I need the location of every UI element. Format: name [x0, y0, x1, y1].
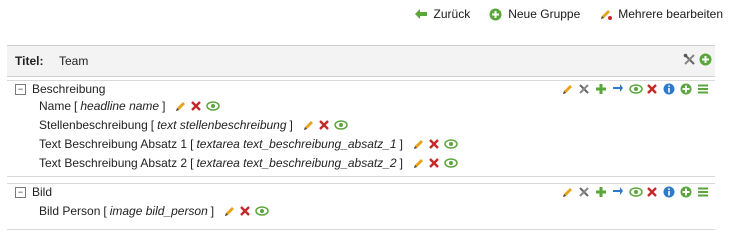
delete-icon[interactable]	[646, 186, 658, 198]
field-row: Text Beschreibung Absatz 1 [textarea tex…	[39, 137, 458, 151]
add-circle-icon[interactable]	[680, 186, 692, 198]
field-row: Stellenbeschreibung [text stellenbeschre…	[39, 118, 348, 132]
bracket-close: ]	[162, 99, 166, 113]
info-icon[interactable]	[663, 83, 675, 95]
field-type: textarea text_beschreibung_absatz_1	[196, 137, 397, 151]
edit-multiple-button[interactable]: Mehrere bearbeiten	[598, 7, 723, 21]
arrow-left-icon	[414, 7, 428, 21]
header-actions	[683, 53, 712, 66]
field-actions	[302, 119, 348, 131]
collapse-toggle[interactable]: −	[15, 83, 26, 95]
bracket-close: ]	[210, 204, 215, 218]
delete-icon[interactable]	[428, 138, 440, 150]
section-actions	[561, 186, 709, 198]
section-actions	[561, 83, 709, 95]
bracket-open: [	[150, 118, 155, 132]
plus-icon[interactable]	[595, 83, 607, 95]
field-actions	[174, 100, 221, 112]
delete-icon[interactable]	[646, 83, 658, 95]
eye-icon[interactable]	[629, 83, 643, 95]
back-label: Zurück	[433, 7, 471, 21]
add-circle-icon[interactable]	[680, 83, 692, 95]
collapse-toggle[interactable]: −	[15, 186, 26, 198]
title-label: Titel:	[15, 54, 44, 68]
field-type: textarea text_beschreibung_absatz_2	[196, 156, 397, 170]
eye-icon[interactable]	[629, 186, 643, 198]
plus-icon[interactable]	[595, 186, 607, 198]
bracket-close: ]	[399, 156, 403, 170]
pencil-icon	[598, 7, 612, 21]
tools-icon[interactable]	[578, 186, 590, 198]
move-arrow-icon[interactable]	[612, 186, 624, 198]
edit-multiple-label: Mehrere bearbeiten	[618, 7, 723, 21]
move-arrow-icon[interactable]	[612, 83, 624, 95]
top-toolbar: Zurück Neue Gruppe Mehrere bearbeiten	[414, 5, 723, 23]
eye-icon[interactable]	[444, 138, 458, 150]
new-group-label: Neue Gruppe	[508, 7, 581, 21]
field-type: headline name	[80, 99, 160, 113]
delete-icon[interactable]	[428, 157, 440, 169]
field-name: Text Beschreibung Absatz 1	[39, 137, 188, 151]
field-actions	[223, 205, 269, 217]
bracket-open: [	[74, 99, 78, 113]
bracket-close: ]	[399, 137, 403, 151]
pencil-icon[interactable]	[561, 83, 573, 95]
field-name: Name	[39, 99, 72, 113]
title-value: Team	[59, 54, 89, 68]
pencil-icon[interactable]	[174, 100, 186, 112]
section-header: − Bild	[15, 185, 52, 199]
eye-icon[interactable]	[444, 157, 458, 169]
pencil-icon[interactable]	[412, 157, 424, 169]
new-group-button[interactable]: Neue Gruppe	[488, 7, 580, 21]
pencil-icon[interactable]	[561, 186, 573, 198]
delete-icon[interactable]	[239, 205, 251, 217]
pencil-icon[interactable]	[223, 205, 235, 217]
delete-icon[interactable]	[318, 119, 330, 131]
back-button[interactable]: Zurück	[414, 7, 471, 21]
delete-icon[interactable]	[190, 100, 202, 112]
eye-icon[interactable]	[206, 100, 221, 112]
add-circle-icon[interactable]	[699, 53, 712, 66]
tools-icon[interactable]	[683, 53, 695, 65]
bracket-open: [	[190, 137, 194, 151]
field-type: text stellenbeschreibung	[157, 118, 287, 132]
field-name: Bild Person	[39, 204, 101, 218]
field-actions	[412, 157, 458, 169]
section-label: Beschreibung	[32, 82, 106, 96]
field-name: Text Beschreibung Absatz 2	[39, 156, 188, 170]
section-beschreibung: − Beschreibung Name [headline name] Stel…	[7, 80, 715, 177]
section-bild: − Bild Bild Person [image bild_person]	[7, 183, 715, 230]
list-icon[interactable]	[697, 186, 709, 198]
field-name: Stellenbeschreibung	[39, 118, 148, 132]
field-type: image bild_person	[109, 204, 208, 218]
list-icon[interactable]	[697, 83, 709, 95]
bracket-open: [	[103, 204, 107, 218]
field-row: Text Beschreibung Absatz 2 [textarea tex…	[39, 156, 458, 170]
field-row: Name [headline name]	[39, 99, 221, 113]
title-header: Titel: Team	[7, 45, 715, 77]
field-row: Bild Person [image bild_person]	[39, 204, 269, 218]
eye-icon[interactable]	[334, 119, 348, 131]
eye-icon[interactable]	[255, 205, 269, 217]
section-label: Bild	[32, 185, 53, 199]
pencil-icon[interactable]	[412, 138, 424, 150]
pencil-icon[interactable]	[302, 119, 314, 131]
bracket-open: [	[190, 156, 194, 170]
info-icon[interactable]	[663, 186, 675, 198]
plus-circle-icon	[488, 7, 502, 21]
tools-icon[interactable]	[578, 83, 590, 95]
section-header: − Beschreibung	[15, 82, 105, 96]
bracket-close: ]	[289, 118, 293, 132]
field-actions	[412, 138, 458, 150]
